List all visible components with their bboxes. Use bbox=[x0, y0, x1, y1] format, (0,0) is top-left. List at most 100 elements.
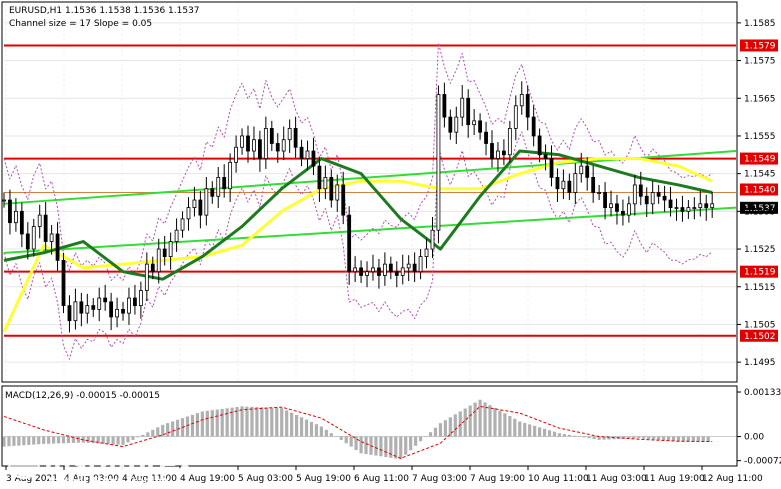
macd-bar bbox=[195, 413, 200, 437]
macd-bar bbox=[701, 436, 705, 442]
macd-bar bbox=[538, 427, 542, 437]
macd-bar bbox=[91, 436, 95, 444]
candle-body bbox=[109, 301, 114, 318]
macd-bar bbox=[106, 436, 110, 445]
macd-bar bbox=[61, 436, 66, 444]
candle-body bbox=[228, 161, 233, 190]
macd-bar bbox=[334, 436, 338, 438]
macd-bar bbox=[533, 425, 537, 437]
macd-bar bbox=[423, 436, 428, 438]
macd-y-axis: 0.00133 0.00 -0.00072 bbox=[737, 388, 781, 467]
macd-bar bbox=[493, 407, 497, 437]
candle-body bbox=[662, 195, 667, 201]
candle-body bbox=[644, 195, 649, 205]
candle-body bbox=[210, 188, 215, 197]
candle-body bbox=[85, 305, 90, 314]
candle-body bbox=[335, 184, 340, 201]
candle-body bbox=[692, 207, 697, 209]
candle-body bbox=[555, 177, 560, 190]
time-tick-label: 5 Aug 03:00 bbox=[238, 474, 293, 484]
macd-bar bbox=[661, 436, 666, 441]
macd-bar bbox=[205, 410, 209, 437]
candle-body bbox=[97, 297, 102, 310]
candle-body bbox=[67, 305, 72, 322]
macd-bar bbox=[285, 410, 289, 437]
macd-bar bbox=[438, 423, 443, 437]
candle-body bbox=[341, 184, 346, 216]
macd-tick-label: -0.00072 bbox=[744, 457, 781, 467]
candle-body bbox=[252, 139, 256, 152]
candle-body bbox=[591, 177, 596, 193]
candle-body bbox=[537, 135, 542, 156]
macd-bar bbox=[265, 407, 269, 437]
macd-bar bbox=[42, 436, 46, 444]
candle-body bbox=[502, 150, 506, 156]
candle-body bbox=[525, 94, 530, 118]
macd-header: MACD(12,26,9) -0.00015 -0.00015 bbox=[5, 391, 160, 401]
macd-bar bbox=[542, 428, 547, 437]
candle-body bbox=[496, 150, 500, 159]
candle-body bbox=[567, 180, 572, 193]
candle-body bbox=[561, 180, 566, 190]
candle-body bbox=[388, 263, 393, 273]
macd-bar bbox=[523, 422, 527, 437]
macd-bar bbox=[299, 417, 304, 437]
level-tag-label: 1.1519 bbox=[744, 268, 776, 278]
candle-body bbox=[585, 165, 590, 178]
candle-body bbox=[91, 305, 96, 310]
macd-bar bbox=[32, 436, 36, 445]
macd-bar bbox=[280, 408, 284, 437]
price-tags: 1.15791.15491.15191.15021.15401.1537 bbox=[740, 39, 778, 342]
candle-body bbox=[246, 135, 250, 152]
macd-bar bbox=[324, 429, 328, 437]
candle-body bbox=[14, 210, 18, 224]
candle-body bbox=[103, 297, 108, 303]
level-tag-label: 1.1549 bbox=[744, 155, 776, 165]
macd-bar bbox=[666, 436, 671, 441]
macd-bar bbox=[562, 434, 567, 437]
logo-icon bbox=[8, 447, 40, 479]
price-tick-label: 1.1515 bbox=[744, 283, 776, 293]
candle-body bbox=[299, 146, 304, 159]
macd-bar bbox=[245, 406, 249, 437]
price-tick-label: 1.1565 bbox=[744, 94, 776, 104]
candle-body bbox=[79, 301, 84, 314]
macd-bar bbox=[552, 431, 557, 437]
candle-body bbox=[115, 308, 119, 318]
candle-body bbox=[478, 120, 482, 133]
macd-bar bbox=[210, 410, 214, 437]
price-tick-label: 1.1535 bbox=[744, 207, 776, 217]
candle-body bbox=[412, 263, 417, 273]
macd-bar bbox=[304, 419, 309, 437]
candle-body bbox=[490, 143, 494, 159]
time-tick-label: 7 Aug 03:00 bbox=[412, 474, 467, 484]
candle-body bbox=[454, 116, 459, 133]
macd-bar bbox=[255, 407, 259, 437]
macd-bar bbox=[339, 436, 343, 440]
macd-bar bbox=[314, 424, 319, 437]
time-tick-label: 6 Aug 11:00 bbox=[354, 474, 409, 484]
candle-body bbox=[597, 192, 602, 194]
candle-body bbox=[656, 192, 661, 197]
macd-bar bbox=[428, 432, 433, 437]
macd-bar bbox=[56, 436, 61, 444]
macd-bar bbox=[691, 436, 695, 442]
macd-bar bbox=[190, 414, 195, 437]
candle-body bbox=[513, 105, 518, 129]
candle-body bbox=[377, 267, 381, 276]
macd-bar bbox=[136, 436, 140, 438]
candle-body bbox=[442, 94, 447, 118]
time-tick-label: 11 Aug 19:00 bbox=[644, 474, 705, 484]
candle-body bbox=[287, 128, 292, 141]
candle-body bbox=[156, 248, 161, 273]
candle-body bbox=[359, 267, 363, 276]
macd-bar bbox=[146, 432, 150, 437]
macd-bar bbox=[637, 436, 641, 439]
macd-bar bbox=[632, 436, 636, 439]
candle-body bbox=[43, 214, 48, 242]
candle-body bbox=[484, 131, 488, 144]
candle-body bbox=[472, 120, 477, 126]
macd-bar bbox=[572, 435, 576, 437]
macd-bar bbox=[344, 436, 348, 444]
macd-bar bbox=[592, 436, 596, 440]
